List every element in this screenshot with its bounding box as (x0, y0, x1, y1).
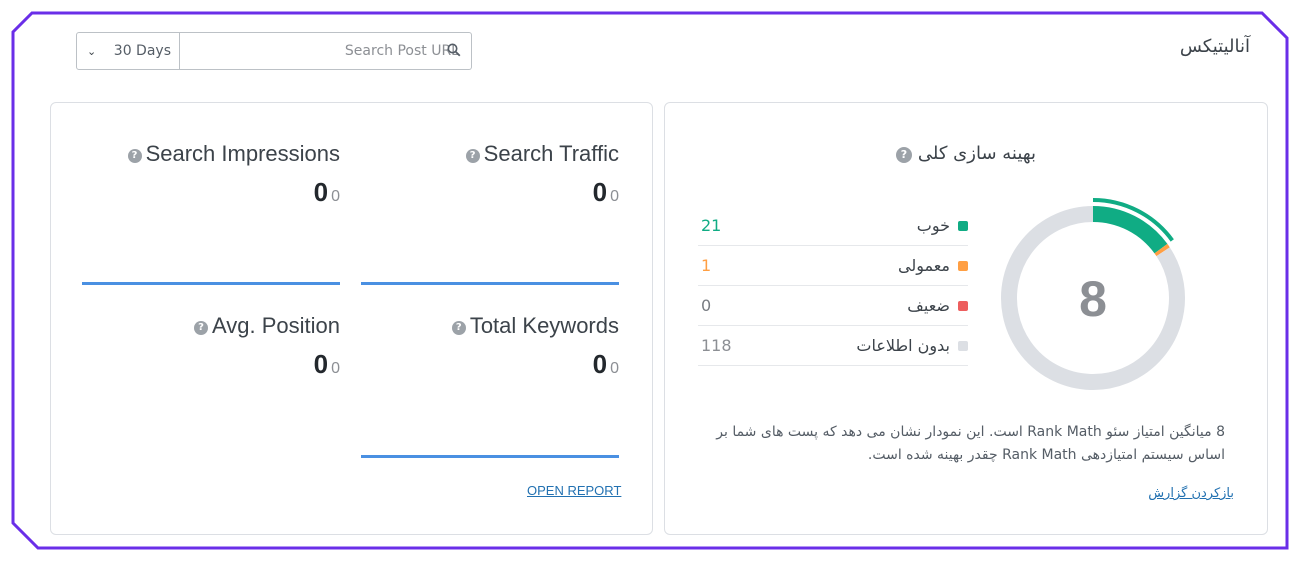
metric-search-impressions: ? Search Impressions 00 (82, 141, 340, 285)
metric-avg-position: ? Avg. Position 00 (82, 313, 340, 380)
metric-label: Search Traffic (483, 141, 619, 166)
metric-label: Avg. Position (211, 313, 340, 338)
open-report-link[interactable]: OPEN REPORT (527, 483, 621, 498)
score-legend: 21 خوب 1 معمولی 0 ضعیف 118 بدون اطلاعات (698, 206, 968, 366)
legend-item-fair: 1 معمولی (698, 246, 968, 286)
search-placeholder: Search Post URL (344, 43, 459, 59)
search-console-card: ? Search Traffic 00 ? Search Impressions 0… (50, 102, 653, 535)
search-icon (447, 43, 461, 57)
score-title: بهینه سازی کلی? (665, 143, 1267, 164)
help-icon[interactable]: ? (193, 321, 208, 335)
metric-label: Search Impressions (145, 141, 340, 166)
legend-label: بدون اطلاعات (856, 336, 950, 355)
search-post-url-input[interactable]: Search Post URL (180, 32, 472, 70)
sparkline (361, 282, 619, 285)
open-report-link-fa[interactable]: بازکردن گزارش (1148, 486, 1234, 501)
score-title-text: بهینه سازی کلی (917, 143, 1037, 164)
sparkline (82, 282, 340, 285)
legend-item-good: 21 خوب (698, 206, 968, 246)
page-title: آنالیتیکس (1179, 36, 1250, 57)
metric-change: 0 (331, 360, 340, 377)
metric-search-traffic: ? Search Traffic 00 (361, 141, 619, 285)
help-icon[interactable]: ? (127, 149, 142, 163)
legend-swatch (958, 340, 968, 351)
seo-score-card: بهینه سازی کلی? 21 خوب 1 معمولی 0 ضعیف 1… (664, 102, 1268, 535)
legend-count: 21 (701, 216, 722, 235)
metric-change: 0 (610, 360, 619, 377)
legend-label: معمولی (897, 256, 950, 275)
metric-value: 0 (313, 177, 329, 207)
legend-label: ضعیف (907, 296, 950, 315)
days-select-value: 30 Days (113, 43, 171, 59)
metric-value: 0 (592, 349, 608, 379)
metric-change: 0 (610, 188, 619, 205)
legend-count: 0 (701, 296, 712, 315)
legend-item-bad: 0 ضعیف (698, 286, 968, 326)
metric-label: Total Keywords (469, 313, 619, 338)
metric-value: 0 (313, 349, 329, 379)
legend-swatch (958, 260, 968, 271)
legend-count: 1 (701, 256, 712, 275)
metric-total-keywords: ? Total Keywords 00 (361, 313, 619, 458)
seo-score-donut: 8 (1001, 198, 1185, 390)
metric-change: 0 (331, 188, 340, 205)
filter-toolbar: ⌄ 30 Days Search Post URL (76, 32, 472, 72)
help-icon[interactable]: ? (451, 321, 466, 335)
legend-item-no-data: 118 بدون اطلاعات (698, 326, 968, 366)
chevron-down-icon: ⌄ (87, 44, 97, 58)
donut-segment-fair (1154, 243, 1170, 257)
sparkline (361, 455, 619, 458)
help-icon[interactable]: ? (465, 149, 480, 163)
score-description: 8 میانگین امتیاز سئو Rank Math است. این … (716, 424, 1225, 463)
legend-count: 118 (701, 336, 732, 355)
metric-value: 0 (592, 177, 608, 207)
help-icon[interactable]: ? (895, 147, 912, 163)
days-select[interactable]: ⌄ 30 Days (76, 32, 180, 70)
legend-swatch (958, 220, 968, 231)
legend-swatch (958, 300, 968, 311)
score-center-value: 8 (1079, 271, 1107, 327)
legend-label: خوب (916, 216, 950, 235)
